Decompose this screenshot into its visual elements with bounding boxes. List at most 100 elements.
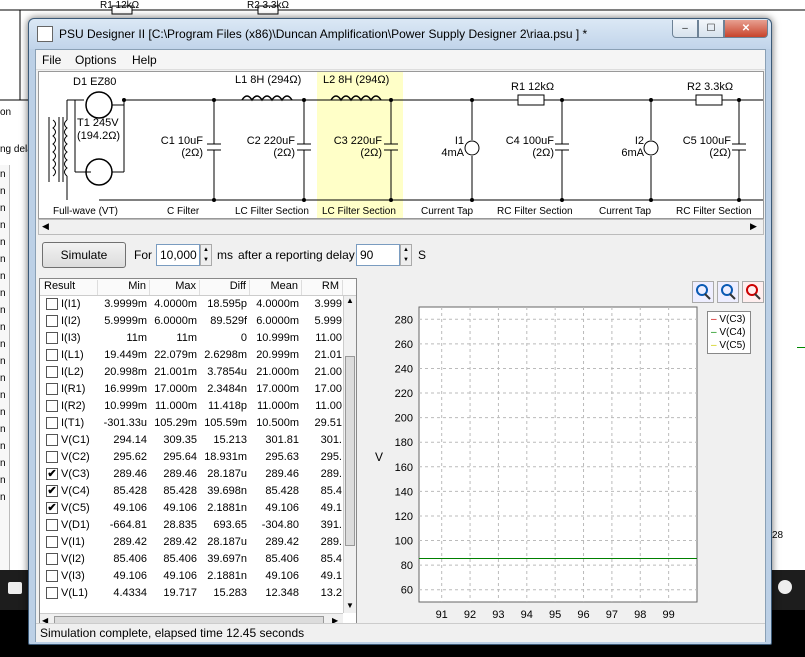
y-tick-label: 240 <box>395 363 413 375</box>
title-bar[interactable]: PSU Designer II [C:\Program Files (x86)\… <box>29 19 771 49</box>
table-row[interactable]: I(L1) 19.449m 22.079m 2.6298m 20.999m 21.01 <box>40 347 343 364</box>
cell-rms: 21.00 <box>314 366 342 378</box>
menu-file[interactable]: File <box>42 53 61 67</box>
minimize-button[interactable]: – <box>672 20 698 38</box>
table-row[interactable]: ✔ V(C3) 289.46 289.46 28.187u 289.46 289. <box>40 466 343 483</box>
scroll-thumb[interactable] <box>345 356 355 546</box>
results-vscrollbar[interactable]: ▲ ▼ <box>343 296 356 613</box>
row-checkbox[interactable] <box>46 383 58 395</box>
row-checkbox[interactable] <box>46 417 58 429</box>
component-c1[interactable]: C1 10uF (2Ω) <box>159 135 203 159</box>
col-min[interactable]: Min <box>98 280 150 295</box>
col-max[interactable]: Max <box>150 280 200 295</box>
schematic-hscrollbar[interactable]: ◀ ▶ <box>38 219 764 235</box>
status-bar: Simulation complete, elapsed time 12.45 … <box>36 623 765 642</box>
row-checkbox[interactable] <box>46 315 58 327</box>
component-c2[interactable]: C2 220uF (2Ω) <box>239 135 295 159</box>
row-name: I(R2) <box>61 400 86 412</box>
row-checkbox[interactable]: ✔ <box>46 502 58 514</box>
legend-entry-c5: – V(C5) <box>711 340 746 351</box>
col-rms[interactable]: RM <box>302 280 343 295</box>
app-icon[interactable] <box>37 26 53 42</box>
client-area: File Options Help D1 EZ80 L1 8H (294Ω) L… <box>35 49 766 642</box>
table-row[interactable]: I(R2) 10.999m 11.000m 11.418p 11.000m 11.00 <box>40 398 343 415</box>
simulate-button[interactable]: Simulate <box>42 242 126 268</box>
zoom-reset-icon[interactable] <box>742 281 764 303</box>
row-checkbox[interactable] <box>46 451 58 463</box>
component-c5[interactable]: C5 100uF (2Ω) <box>671 135 731 159</box>
table-row[interactable]: V(I3) 49.106 49.106 2.1881n 49.106 49.1 <box>40 568 343 585</box>
row-checkbox[interactable] <box>46 553 58 565</box>
table-row[interactable]: V(I1) 289.42 289.42 28.187u 289.42 289. <box>40 534 343 551</box>
row-checkbox[interactable] <box>46 536 58 548</box>
menu-help[interactable]: Help <box>132 53 157 67</box>
cell-max: 4.0000m <box>154 298 197 310</box>
table-row[interactable]: ✔ V(C5) 49.106 49.106 2.1881n 49.106 49.1 <box>40 500 343 517</box>
close-button[interactable]: ✕ <box>724 20 768 38</box>
row-checkbox[interactable] <box>46 570 58 582</box>
bg-list-item: n <box>0 373 6 384</box>
cell-max: 19.717 <box>163 587 197 599</box>
x-tick-label: 91 <box>436 609 448 621</box>
psu-designer-window: PSU Designer II [C:\Program Files (x86)\… <box>28 18 772 645</box>
table-row[interactable]: I(I2) 5.9999m 6.0000m 89.529f 6.0000m 5.999 <box>40 313 343 330</box>
maximize-button[interactable]: ☐ <box>698 20 724 38</box>
cell-min: -664.81 <box>109 519 147 531</box>
component-c3[interactable]: C3 220uF (2Ω) <box>324 135 382 159</box>
table-row[interactable]: I(I1) 3.9999m 4.0000m 18.595p 4.0000m 3.999 <box>40 296 343 313</box>
table-row[interactable]: ✔ V(C4) 85.428 85.428 39.698n 85.428 85.4 <box>40 483 343 500</box>
results-table[interactable]: Result Min Max Diff Mean RM I(I1) 3.9999m… <box>39 278 357 631</box>
scroll-left-icon[interactable]: ◀ <box>42 221 49 232</box>
schematic-view[interactable]: D1 EZ80 L1 8H (294Ω) L2 8H (294Ω) R1 12k… <box>38 71 764 219</box>
cell-diff: 15.213 <box>213 434 247 446</box>
component-c4[interactable]: C4 100uF (2Ω) <box>494 135 554 159</box>
table-row[interactable]: V(C2) 295.62 295.64 18.931m 295.63 295. <box>40 449 343 466</box>
row-checkbox[interactable] <box>46 332 58 344</box>
scroll-right-icon[interactable]: ▶ <box>750 221 757 232</box>
table-row[interactable]: I(R1) 16.999m 17.000m 2.3484n 17.000m 17.00 <box>40 381 343 398</box>
component-i1[interactable]: I1 4mA <box>424 135 464 159</box>
table-row[interactable]: I(L2) 20.998m 21.001m 3.7854u 21.000m 21.00 <box>40 364 343 381</box>
row-name: I(L1) <box>61 349 84 361</box>
table-row[interactable]: I(I3) 11m 11m 0 10.999m 11.00 <box>40 330 343 347</box>
cell-min: -301.33u <box>103 417 147 429</box>
cell-mean: 49.106 <box>265 502 299 514</box>
row-checkbox[interactable]: ✔ <box>46 485 58 497</box>
delay-spinner[interactable]: ▲ ▼ <box>400 244 412 266</box>
cell-diff: 18.595p <box>207 298 247 310</box>
row-checkbox[interactable] <box>46 519 58 531</box>
taskbar-icon[interactable] <box>778 580 792 594</box>
col-mean[interactable]: Mean <box>250 280 302 295</box>
plot-panel[interactable]: 280 260 240 220 200 180 160 140 120 100 80 60 91 92 93… <box>363 278 764 631</box>
row-checkbox[interactable] <box>46 400 58 412</box>
duration-spinner[interactable]: ▲ ▼ <box>200 244 212 266</box>
zoom-in-icon[interactable] <box>692 281 714 303</box>
row-checkbox[interactable] <box>46 434 58 446</box>
row-checkbox[interactable] <box>46 349 58 361</box>
col-diff[interactable]: Diff <box>200 280 250 295</box>
col-result[interactable]: Result <box>40 280 98 295</box>
row-checkbox[interactable] <box>46 587 58 599</box>
label-r2: R2 3.3kΩ <box>687 81 734 93</box>
delay-input[interactable]: 90 <box>356 244 400 266</box>
duration-input[interactable]: 10,000 <box>156 244 200 266</box>
row-checkbox[interactable]: ✔ <box>46 468 58 480</box>
bg-list-item: n <box>0 237 6 248</box>
table-row[interactable]: V(C1) 294.14 309.35 15.213 301.81 301. <box>40 432 343 449</box>
cell-rms: 17.00 <box>314 383 342 395</box>
row-checkbox[interactable] <box>46 366 58 378</box>
row-checkbox[interactable] <box>46 298 58 310</box>
x-tick-label: 95 <box>549 609 561 621</box>
bg-list-item: n <box>0 254 6 265</box>
table-row[interactable]: V(D1) -664.81 28.835 693.65 -304.80 391. <box>40 517 343 534</box>
cell-max: 49.106 <box>163 502 197 514</box>
component-i2[interactable]: I2 6mA <box>604 135 644 159</box>
taskbar-icon[interactable] <box>8 582 22 594</box>
zoom-out-icon[interactable] <box>717 281 739 303</box>
section-label: C Filter <box>167 206 200 217</box>
table-row[interactable]: V(I2) 85.406 85.406 39.697n 85.406 85.4 <box>40 551 343 568</box>
table-row[interactable]: I(T1) -301.33u 105.29m 105.59m 10.500m 29.51 <box>40 415 343 432</box>
menu-options[interactable]: Options <box>75 53 116 67</box>
simulation-controls: Simulate For 10,000 ▲ ▼ ms after a report… <box>36 238 765 276</box>
table-row[interactable]: V(L1) 4.4334 19.717 15.283 12.348 13.2 <box>40 585 343 602</box>
